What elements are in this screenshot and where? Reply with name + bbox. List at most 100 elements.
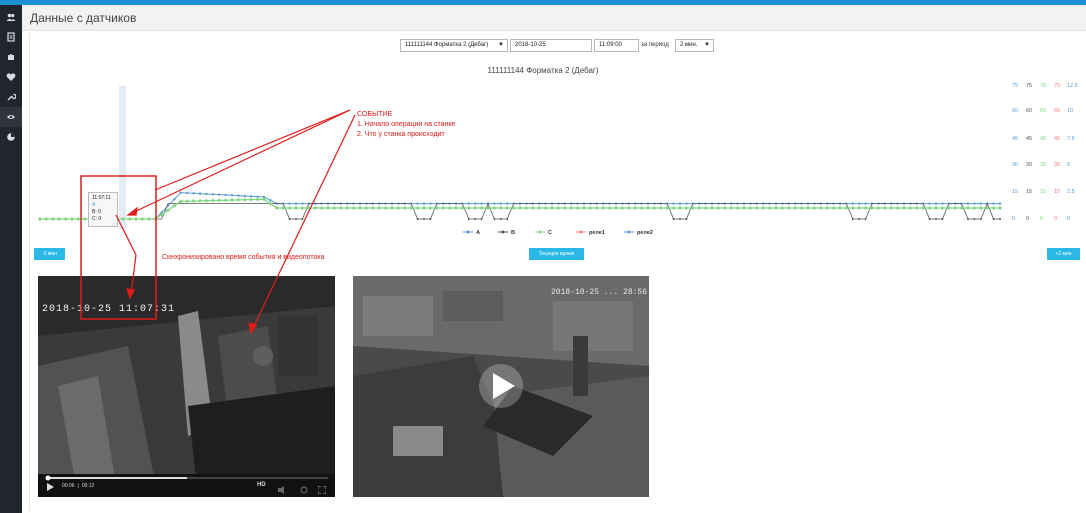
series-c-point <box>57 217 62 221</box>
series-c-point <box>223 198 228 203</box>
series-b-point <box>288 218 291 220</box>
axis-tick-label: 7.5 <box>1067 136 1075 142</box>
series-c-point <box>530 206 535 210</box>
series-c-point <box>940 206 945 210</box>
series-c-point <box>562 206 567 210</box>
axis-tick-label: 5 <box>1067 162 1070 168</box>
legend-item-label[interactable]: реле1 <box>589 230 605 236</box>
event-line-2: 2. Что у станка происходит <box>357 131 445 138</box>
axis-tick-label: 30 <box>1026 162 1032 168</box>
series-c-point <box>319 206 324 210</box>
axis-tick-label: 75 <box>1040 83 1046 89</box>
series-c-point <box>287 206 292 210</box>
series-c-point <box>230 198 234 203</box>
series-c-point <box>300 206 305 210</box>
series-c-point <box>575 206 580 210</box>
axis-tick-label: 30 <box>1012 162 1018 168</box>
series-c-point <box>953 206 958 210</box>
series-line-a <box>40 192 1000 220</box>
series-a-point <box>301 202 304 205</box>
series-c-point <box>332 206 337 210</box>
series-c-point <box>748 206 753 210</box>
legend-marker <box>579 230 583 234</box>
series-c-point <box>614 206 618 210</box>
video1-time-separator: | <box>77 483 79 489</box>
series-a-point <box>230 194 234 197</box>
axis-tick-label: 15 <box>1040 189 1046 195</box>
video-player-2[interactable]: 2018-10-25 ... 28:56 <box>353 276 649 497</box>
legend-item-label[interactable]: реле2 <box>637 230 653 236</box>
volume-icon[interactable] <box>278 481 287 494</box>
series-c-point <box>793 206 798 210</box>
series-b-point <box>928 218 931 220</box>
hd-button[interactable]: HD <box>257 482 266 488</box>
axis-tick-label: 60 <box>1012 108 1018 114</box>
video1-current-time: 00:06 <box>62 483 75 489</box>
series-c-point <box>198 198 202 203</box>
series-b-point <box>429 218 432 220</box>
series-c-point <box>351 206 356 210</box>
axis-tick-label: 10 <box>1067 108 1073 114</box>
series-c-point <box>742 206 746 210</box>
series-c-point <box>473 206 478 210</box>
series-a-point <box>192 192 195 195</box>
series-b-point <box>967 218 969 220</box>
video2-play-button[interactable] <box>479 364 523 408</box>
series-a-point <box>992 202 995 205</box>
series-c-point <box>838 206 842 210</box>
series-a-point <box>416 202 419 205</box>
series-b-point <box>301 218 304 220</box>
legend-item-label[interactable]: C <box>548 230 552 236</box>
series-a-point <box>250 195 253 198</box>
video1-play-button[interactable] <box>44 479 56 493</box>
series-c-point <box>697 206 702 210</box>
fullscreen-icon[interactable] <box>317 481 327 495</box>
series-b-point <box>679 218 681 220</box>
series-b-point <box>935 218 937 220</box>
series-c-point <box>620 206 625 210</box>
axis-tick-label: 0 <box>1012 216 1015 222</box>
series-c-point <box>639 206 644 210</box>
axis-tick-label: 75 <box>1026 83 1032 89</box>
prev-2min-button[interactable]: -2 мин <box>34 248 65 260</box>
axis-tick-label: 75 <box>1054 83 1060 89</box>
series-c-point <box>210 198 215 203</box>
legend-item-label[interactable]: A <box>476 230 480 236</box>
series-c-point <box>966 206 970 210</box>
series-a-point <box>474 202 477 205</box>
series-c-point <box>492 206 497 210</box>
axis-tick-label: 60 <box>1040 108 1046 114</box>
series-a-point <box>685 202 688 205</box>
series-c-point <box>818 206 823 210</box>
series-a-point <box>499 202 502 205</box>
series-c-point <box>204 198 209 203</box>
series-c-point <box>370 206 375 210</box>
series-a-point <box>243 194 246 198</box>
legend-marker <box>627 230 631 234</box>
series-c-point <box>70 217 74 221</box>
series-c-point <box>710 206 714 210</box>
series-a-point <box>205 192 208 196</box>
series-c-point <box>978 206 983 210</box>
series-a-point <box>858 202 861 205</box>
series-a-point <box>237 194 240 197</box>
video-player-1[interactable]: 2018-10-25 11:07:31 00:06 | 00:12 HD <box>38 276 335 497</box>
axis-tick-label: 30 <box>1054 162 1060 168</box>
series-c-point <box>812 206 817 210</box>
next-2min-button[interactable]: +2 мин <box>1047 248 1080 260</box>
series-b-point <box>474 218 477 220</box>
legend-item-label[interactable]: B <box>511 230 515 236</box>
series-c-point <box>806 206 810 210</box>
series-a-point <box>179 191 182 194</box>
series-c-point <box>729 206 734 210</box>
current-time-button[interactable]: Текущее время <box>529 248 584 260</box>
series-c-point <box>998 206 1002 210</box>
series-c-point <box>908 206 913 210</box>
series-c-point <box>927 206 932 210</box>
series-a-point <box>294 202 298 205</box>
chart-tooltip: 11:07:11 A: B: 0 C: 0 <box>88 192 118 227</box>
series-b-point <box>941 218 944 220</box>
series-c-point <box>191 199 196 204</box>
settings-icon[interactable] <box>300 481 308 494</box>
axis-tick-label: 30 <box>1040 162 1046 168</box>
